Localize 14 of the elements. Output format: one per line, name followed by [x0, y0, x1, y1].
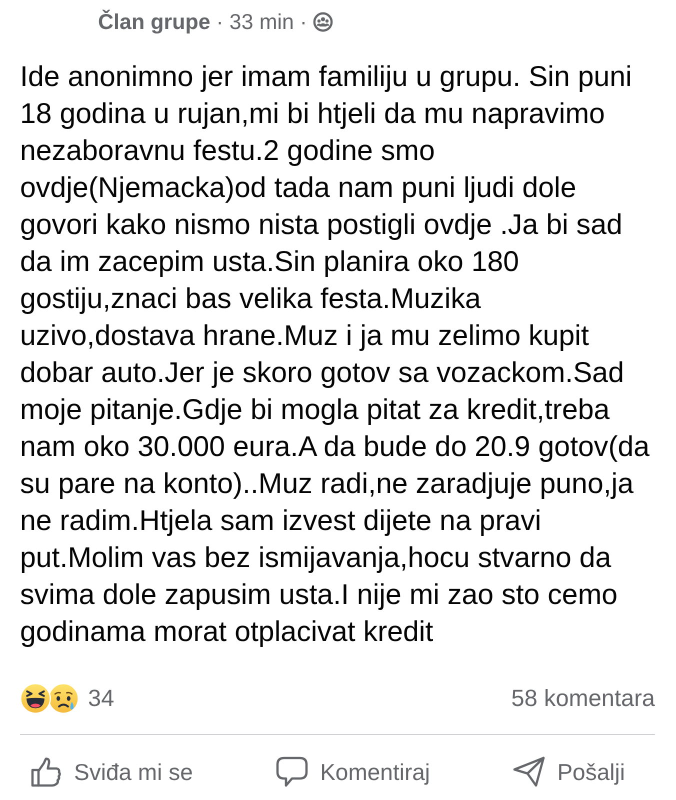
laughing-face-icon: [20, 682, 51, 714]
reaction-count[interactable]: 34: [88, 684, 114, 712]
like-button[interactable]: Sviđa mi se: [26, 752, 197, 792]
group-icon: [313, 12, 334, 32]
post-text: Ide anonimno jer imam familiju u grupu. Sin puni 18 godina u rujan,mi bi htjeli da mu napravimo nezaboravnu festu.2 godine smo ovdje(Njemacka)od tada nam puni ljudi dole govori kako nismo nista postigli ovdje .Ja bi sad da im zacepim usta.Sin planira oko 180 gostiju,znaci bas velika festa.Muzika uzivo,dostava hrane.Muz i ja mu zelimo kupit dobar auto.Jer je skoro gotov sa vozackom.Sad moje pitanje.Gdje bi mogla pitat za kredit,treba nam oko 30.000 eura.A da bude do 20.9 gotov(da su pare na konto)..Muz radi,ne zaradjuje puno,ja ne radim.Htjela sam izvest dijete na pravi put.Molim vas bez ismijavanja,hocu stvarno da svima dole zapusim usta.I nije mi zao sto cemo godinama morat otplacivat kredit: [20, 60, 651, 650]
comment-count[interactable]: 58 komentara: [511, 684, 655, 712]
post-time: · 33 min ·: [216, 10, 308, 34]
thumbs-up-icon: [30, 756, 62, 788]
author-name[interactable]: Član grupe: [98, 10, 210, 34]
crying-face-icon: [48, 682, 79, 714]
comment-button[interactable]: Komentiraj: [272, 752, 434, 792]
share-button[interactable]: Pošalji: [509, 752, 629, 792]
speech-bubble-icon: [276, 756, 308, 788]
paper-plane-icon: [513, 756, 546, 788]
